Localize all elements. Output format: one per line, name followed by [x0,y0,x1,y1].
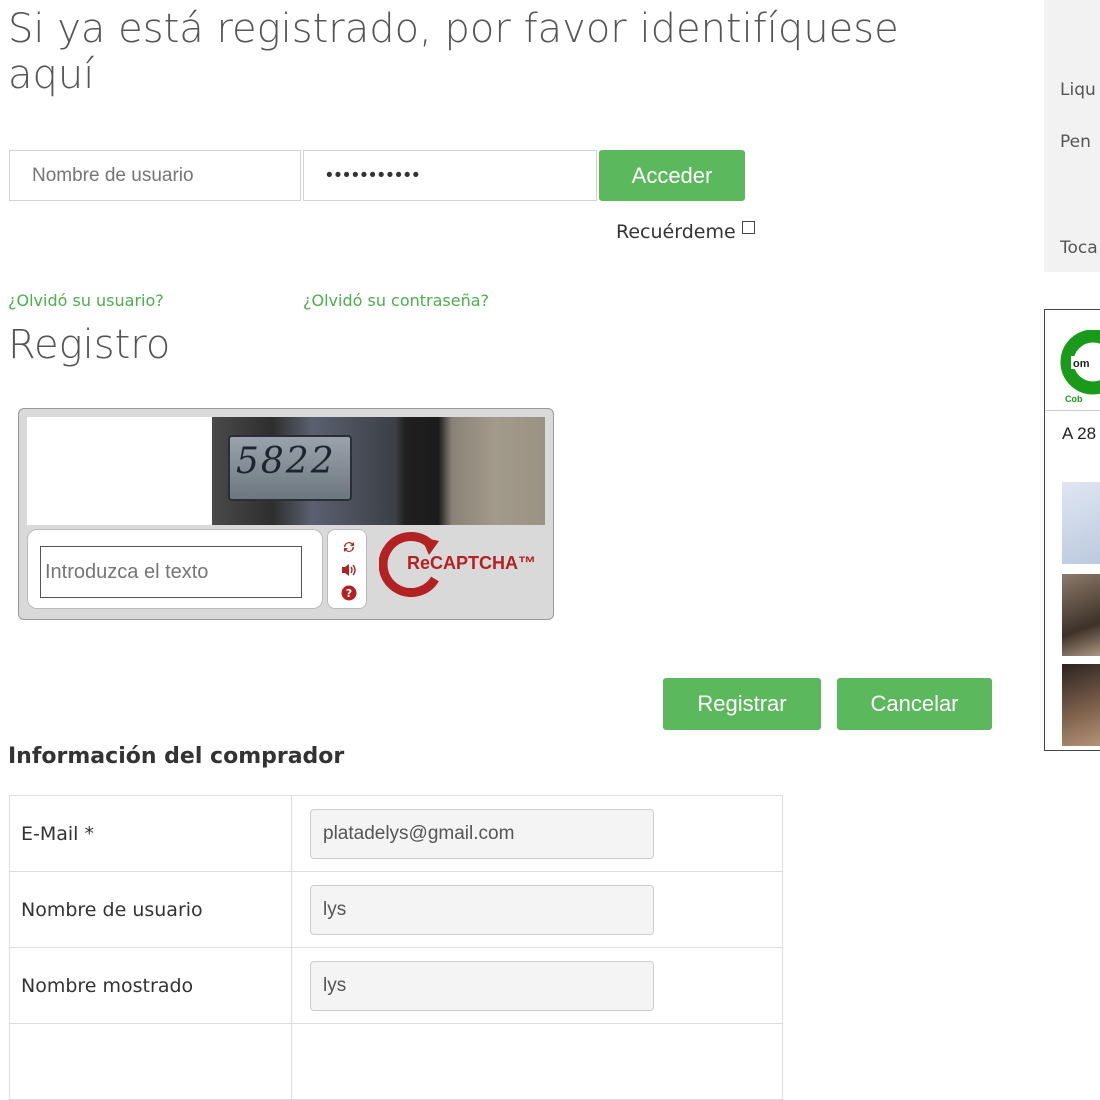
svg-text:Cob: Cob [1065,394,1083,404]
forgot-password-link[interactable]: ¿Olvidó su contraseña? [303,291,489,310]
username-label: Nombre de usuario [9,871,292,948]
table-row: Nombre mostrado [9,947,783,1024]
summary-label-total: Toca [1060,238,1098,258]
captcha-input-panel [27,529,323,609]
register-button[interactable]: Registrar [663,678,821,730]
captcha-controls: ? [327,529,367,609]
email-field[interactable] [310,808,654,859]
captcha-image-area: 5822 [27,417,545,525]
recaptcha-logo: ReCAPTCHA™ [379,531,539,601]
display-name-field[interactable] [310,960,654,1011]
buyer-info-table: E-Mail * Nombre de usuario Nombre mostra… [9,795,783,1100]
username-field[interactable] [310,884,654,935]
display-name-label: Nombre mostrado [9,947,292,1024]
login-heading: Si ya está registrado, por favor identif… [8,6,899,98]
help-icon[interactable]: ? [340,584,358,602]
captcha-input[interactable] [40,546,302,598]
svg-text:om: om [1073,358,1090,370]
summary-label-pending: Pen [1060,132,1091,152]
login-button[interactable]: Acceder [599,150,745,201]
cancel-button[interactable]: Cancelar [837,678,992,730]
refresh-icon[interactable] [340,538,358,556]
svg-text:?: ? [346,587,352,600]
avatar[interactable] [1062,574,1100,656]
display-name-cell [291,947,783,1024]
email-cell [291,795,783,872]
cart-summary-panel: Liqu Pen Toca [1044,0,1100,272]
email-label: E-Mail * [9,795,292,872]
remember-me-row: Recuérdeme [616,218,755,246]
register-heading: Registro [8,322,171,368]
avatar[interactable] [1062,482,1100,564]
remember-me-label: Recuérdeme [616,221,736,243]
audio-icon[interactable] [340,561,358,579]
table-row: E-Mail * [9,795,783,872]
password-input[interactable] [303,150,597,201]
username-cell [291,871,783,948]
social-follower-count: A 28 [1062,424,1097,443]
recaptcha-widget: 5822 ? ReCAPTCHA™ [18,408,554,620]
captcha-challenge-text: 5822 [236,441,336,482]
forgot-username-link[interactable]: ¿Olvidó su usuario? [8,291,164,310]
remember-me-checkbox[interactable] [741,220,755,234]
recaptcha-logo-text: ReCAPTCHA™ [407,553,537,573]
captcha-image: 5822 [212,417,545,525]
username-input[interactable] [9,150,301,201]
community-logo[interactable]: om Cob [1057,329,1100,408]
summary-label-liquid: Liqu [1060,80,1096,100]
avatar[interactable] [1062,664,1100,746]
social-divider [1045,410,1100,411]
table-row: Nombre de usuario [9,871,783,948]
buyer-info-heading: Información del comprador [8,744,345,769]
social-widget: om Cob A 28 [1044,309,1100,751]
